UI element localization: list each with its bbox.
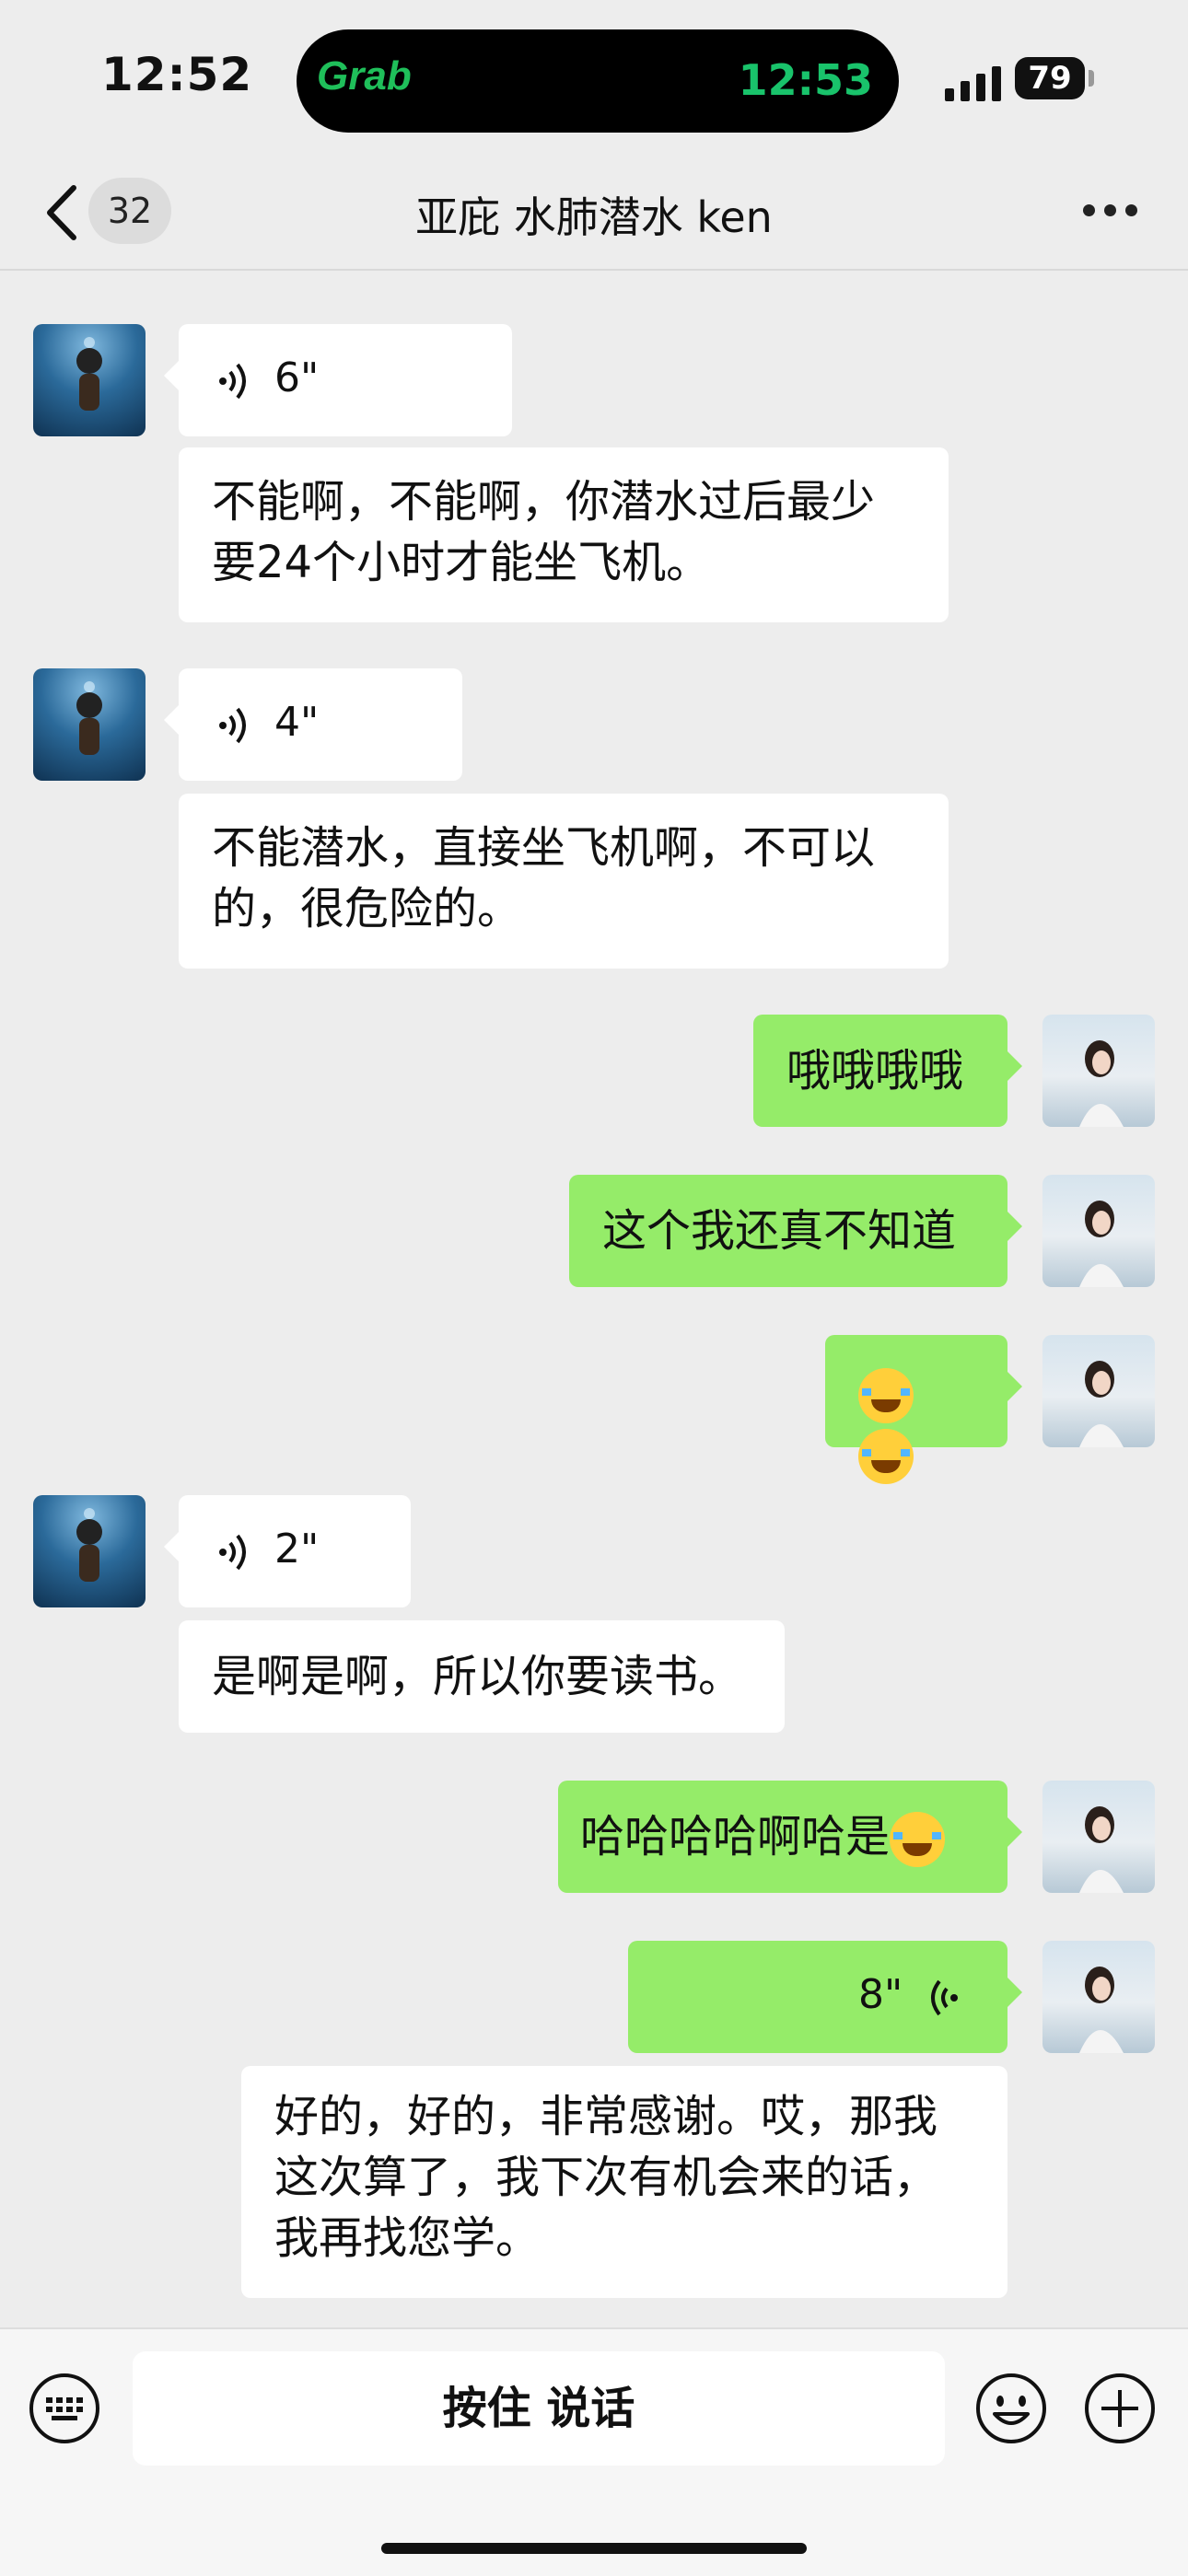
message-bubble[interactable]: 是啊是啊，所以你要读书。 (179, 1620, 785, 1733)
message-text: 这个我还真不知道 (602, 1205, 957, 1257)
grab-logo: Grab (317, 53, 412, 99)
emoji-message[interactable] (825, 1335, 1022, 1484)
transcript-line: 我再找您学。 (274, 2212, 541, 2264)
voice-transcript[interactable]: 好的，好的，非常感谢。哎，那我 这次算了，我下次有机会来的话， 我再找您学。 (241, 2066, 1007, 2298)
emoji-face-icon[interactable] (974, 2372, 1048, 2445)
message-text: 是啊是啊，所以你要读书。 (212, 1651, 743, 1702)
status-bar: 12:52 Grab 12:53 79 (0, 0, 1188, 157)
more-dots-icon[interactable] (1083, 204, 1138, 219)
voice-message[interactable]: 2" (164, 1495, 411, 1607)
plus-circle-icon[interactable] (1083, 2372, 1157, 2445)
dynamic-island[interactable]: Grab 12:53 (297, 29, 899, 133)
voice-wave-icon (219, 1534, 246, 1571)
signal-icon (945, 64, 1004, 101)
contact-avatar[interactable] (33, 324, 146, 436)
message-bubble[interactable]: 哈哈哈哈啊哈是 (558, 1781, 1022, 1893)
island-time: 12:53 (738, 55, 873, 105)
status-time: 12:52 (101, 48, 253, 101)
keyboard-icon[interactable] (28, 2372, 101, 2445)
message-bubble[interactable]: 这个我还真不知道 (569, 1175, 1022, 1287)
voice-duration: 6" (274, 354, 320, 401)
battery-icon: 79 (1015, 57, 1085, 99)
battery-nub (1089, 70, 1094, 87)
transcript-line: 好的，好的，非常感谢。哎，那我 (274, 2091, 938, 2142)
contact-avatar[interactable] (33, 1495, 146, 1607)
message-text: 哦哦哦哦 (786, 1045, 964, 1097)
voice-duration: 2" (274, 1526, 320, 1572)
my-avatar[interactable] (1042, 1175, 1155, 1287)
message-bubble[interactable]: 不能潜水，直接坐飞机啊，不可以 的，很危险的。 (179, 794, 949, 969)
contact-avatar[interactable] (33, 668, 146, 781)
voice-wave-icon (219, 363, 246, 400)
my-avatar[interactable] (1042, 1335, 1155, 1447)
message-line: 的，很危险的。 (212, 883, 522, 934)
transcript-line: 这次算了，我下次有机会来的话， (274, 2152, 938, 2203)
tears-of-joy-emoji-icon (890, 1812, 946, 1867)
chat-header: 32 亚庇 水肺潜水 ken (0, 157, 1188, 271)
voice-duration: 8" (858, 1971, 903, 2018)
voice-message[interactable]: 8" (628, 1941, 1022, 2053)
message-line: 不能潜水，直接坐飞机啊，不可以 (212, 822, 876, 874)
my-avatar[interactable] (1042, 1015, 1155, 1127)
voice-message[interactable]: 6" (164, 324, 512, 436)
message-line: 不能啊，不能啊，你潜水过后最少 (212, 476, 876, 528)
tears-of-joy-emoji-icon (858, 1429, 914, 1484)
my-avatar[interactable] (1042, 1781, 1155, 1893)
chat-title: 亚庇 水肺潜水 ken (415, 192, 773, 242)
my-avatar[interactable] (1042, 1941, 1155, 2053)
voice-duration: 4" (274, 699, 320, 746)
voice-message[interactable]: 4" (164, 668, 462, 781)
tears-of-joy-emoji-icon (858, 1368, 914, 1423)
input-bar: 按住 说话 (0, 2327, 1188, 2576)
message-text: 哈哈哈哈啊哈是 (580, 1811, 891, 1862)
message-bubble[interactable]: 哦哦哦哦 (753, 1015, 1022, 1127)
home-indicator[interactable] (381, 2543, 807, 2554)
hold-to-talk-button[interactable]: 按住 说话 (133, 2351, 945, 2466)
voice-wave-icon (931, 1979, 958, 2016)
message-line: 要24个小时才能坐飞机。 (212, 537, 711, 588)
voice-wave-icon (219, 707, 246, 744)
message-bubble[interactable]: 不能啊，不能啊，你潜水过后最少 要24个小时才能坐飞机。 (179, 447, 949, 622)
